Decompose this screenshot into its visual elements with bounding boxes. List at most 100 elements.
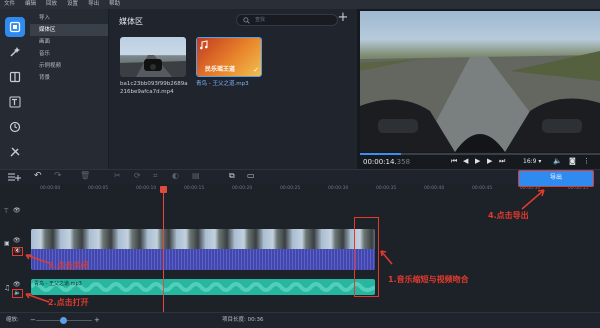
media-search-input[interactable]: 查找 xyxy=(236,14,338,26)
category-import[interactable]: 导入 xyxy=(30,12,108,24)
menu-bar: 文件 编辑 回放 设置 导出 帮助 xyxy=(0,0,600,9)
media-bin-title: 媒体区 xyxy=(119,17,143,26)
category-list: 导入 媒体区 画面 音乐 示例视频 背景 xyxy=(30,9,109,169)
category-music[interactable]: 音乐 xyxy=(30,48,108,60)
video-thumbnail[interactable] xyxy=(120,37,186,77)
preview-video xyxy=(360,11,600,152)
aspect-ratio-value: 16:9 xyxy=(523,158,537,165)
category-picture[interactable]: 画面 xyxy=(30,36,108,48)
video-clip-frames xyxy=(31,229,375,249)
annotation-4: 4.点击导出 xyxy=(488,211,529,220)
redo-icon[interactable]: ↷ xyxy=(54,171,62,181)
category-sample-video[interactable]: 示例视频 xyxy=(30,60,108,72)
zoom-slider[interactable] xyxy=(36,317,92,324)
audio-thumbnail[interactable]: 民乐瑶王道 ✓ xyxy=(196,37,262,77)
color-icon[interactable]: ◐ xyxy=(172,171,179,180)
audio-track-volume-button[interactable]: 🔈 xyxy=(12,289,23,298)
volume-icon[interactable]: 🔈 xyxy=(553,157,562,165)
annotation-3: 3.点击关闭 xyxy=(48,261,89,270)
zoom-label: 缩放: xyxy=(6,317,19,323)
timecode-ms: 358 xyxy=(396,158,411,166)
effects-tool-button[interactable] xyxy=(5,42,25,62)
ruler-tick: 00:00:20 xyxy=(232,186,253,191)
audio-filename: 青鸟 - 王父之道.mp3 xyxy=(196,81,249,87)
project-duration: 项目长度: 00:36 xyxy=(222,317,264,323)
media-icon xyxy=(9,21,21,33)
transitions-tool-button[interactable] xyxy=(5,67,25,87)
video-track-visibility-icon[interactable]: 👁 xyxy=(13,237,21,244)
video-thumbnail-art xyxy=(120,55,186,77)
music-note-icon xyxy=(200,40,208,50)
zoom-slider-thumb[interactable] xyxy=(60,317,67,324)
step-back-button[interactable]: ◀ xyxy=(463,157,468,165)
more-icon[interactable]: ⋮ xyxy=(583,157,590,165)
ruler-tick: 00:00:25 xyxy=(280,186,301,191)
add-track-icon[interactable] xyxy=(7,172,21,182)
record-icon[interactable]: ⧉ xyxy=(229,171,235,181)
audio-clip-label: 青鸟 - 王父之道.mp3 xyxy=(34,281,82,287)
timeline-ruler[interactable]: 00:00:00 00:00:05 00:00:10 00:00:15 00:0… xyxy=(30,186,600,196)
video-track-mute-button[interactable]: 🔇 xyxy=(12,247,23,256)
tools-tool-button[interactable] xyxy=(5,142,25,162)
trim-highlight-box xyxy=(354,217,379,297)
ruler-tick: 00:00:05 xyxy=(88,186,109,191)
video-track-icon: ▣ xyxy=(4,240,10,247)
playhead[interactable] xyxy=(160,186,167,312)
menu-settings[interactable]: 设置 xyxy=(67,0,78,9)
zoom-in-icon[interactable]: + xyxy=(94,313,100,328)
ruler-tick: 00:00:35 xyxy=(376,186,397,191)
skip-back-button[interactable]: ⏮ xyxy=(451,157,457,166)
aspect-ratio-select[interactable]: 16:9 ▾ xyxy=(523,158,541,165)
annotation-2: 2.点击打开 xyxy=(48,298,89,307)
category-media[interactable]: 媒体区 xyxy=(30,24,108,36)
export-button[interactable]: 导出 xyxy=(518,170,594,187)
clip-properties-icon[interactable]: ▤ xyxy=(192,171,200,180)
menu-help[interactable]: 帮助 xyxy=(109,0,120,9)
camera-icon[interactable]: ◙ xyxy=(569,157,576,165)
tools-icon xyxy=(10,147,20,157)
add-media-button[interactable]: + xyxy=(336,11,350,25)
step-forward-button[interactable]: ▶ xyxy=(487,157,492,165)
clock-icon xyxy=(9,121,21,133)
rotate-icon[interactable]: ⟳ xyxy=(134,171,141,180)
cut-icon[interactable]: ✂ xyxy=(114,171,121,180)
transition-icon xyxy=(9,71,21,83)
checkmark-icon: ✓ xyxy=(253,66,259,74)
delete-icon[interactable]: 🗑 xyxy=(80,171,90,180)
ruler-tick: 00:00:45 xyxy=(472,186,493,191)
media-tool-button[interactable] xyxy=(5,17,25,37)
audio-track-visibility-icon[interactable]: 👁 xyxy=(13,281,21,288)
ruler-tick: 00:00:15 xyxy=(184,186,205,191)
ruler-tick: 00:00:10 xyxy=(136,186,157,191)
magic-wand-icon xyxy=(10,47,20,57)
ruler-tick: 00:00:40 xyxy=(424,186,445,191)
skip-forward-button[interactable]: ⏭ xyxy=(499,157,505,166)
status-bar: 缩放: − + 项目长度: 00:36 xyxy=(0,312,600,328)
preview-progress-fill xyxy=(360,153,401,155)
menu-export[interactable]: 导出 xyxy=(88,0,99,9)
search-placeholder: 查找 xyxy=(255,17,266,23)
titles-tool-button[interactable] xyxy=(5,92,25,112)
menu-edit[interactable]: 编辑 xyxy=(25,0,36,9)
media-bin: 媒体区 查找 + ba1c23bb093f99b2689a216be9afca7… xyxy=(110,9,357,169)
annotation-arrow-2 xyxy=(25,293,50,303)
undo-icon[interactable]: ↶ xyxy=(34,171,42,181)
fullscreen-icon[interactable]: ▭ xyxy=(247,171,255,180)
preview-progress-bar[interactable] xyxy=(360,153,600,155)
crop-icon[interactable]: ⌗ xyxy=(153,171,158,181)
text-icon xyxy=(9,96,21,108)
play-button[interactable]: ▶ xyxy=(475,157,480,165)
text-track-visibility-icon[interactable]: 👁 xyxy=(13,207,21,214)
annotation-arrow-3 xyxy=(25,254,50,264)
annotation-arrow-4 xyxy=(521,189,545,210)
audio-clip[interactable]: 青鸟 - 王父之道.mp3 xyxy=(31,279,375,295)
annotation-arrow-1 xyxy=(380,250,393,265)
category-background[interactable]: 背景 xyxy=(30,72,108,84)
album-cover-text: 民乐瑶王道 xyxy=(205,66,236,73)
menu-file[interactable]: 文件 xyxy=(4,0,15,9)
menu-playback[interactable]: 回放 xyxy=(46,0,57,9)
zoom-out-icon[interactable]: − xyxy=(30,313,36,328)
stickers-tool-button[interactable] xyxy=(5,117,25,137)
text-track-icon: T xyxy=(4,207,9,215)
preview-timecode: 00:00:14.358 xyxy=(363,158,410,166)
